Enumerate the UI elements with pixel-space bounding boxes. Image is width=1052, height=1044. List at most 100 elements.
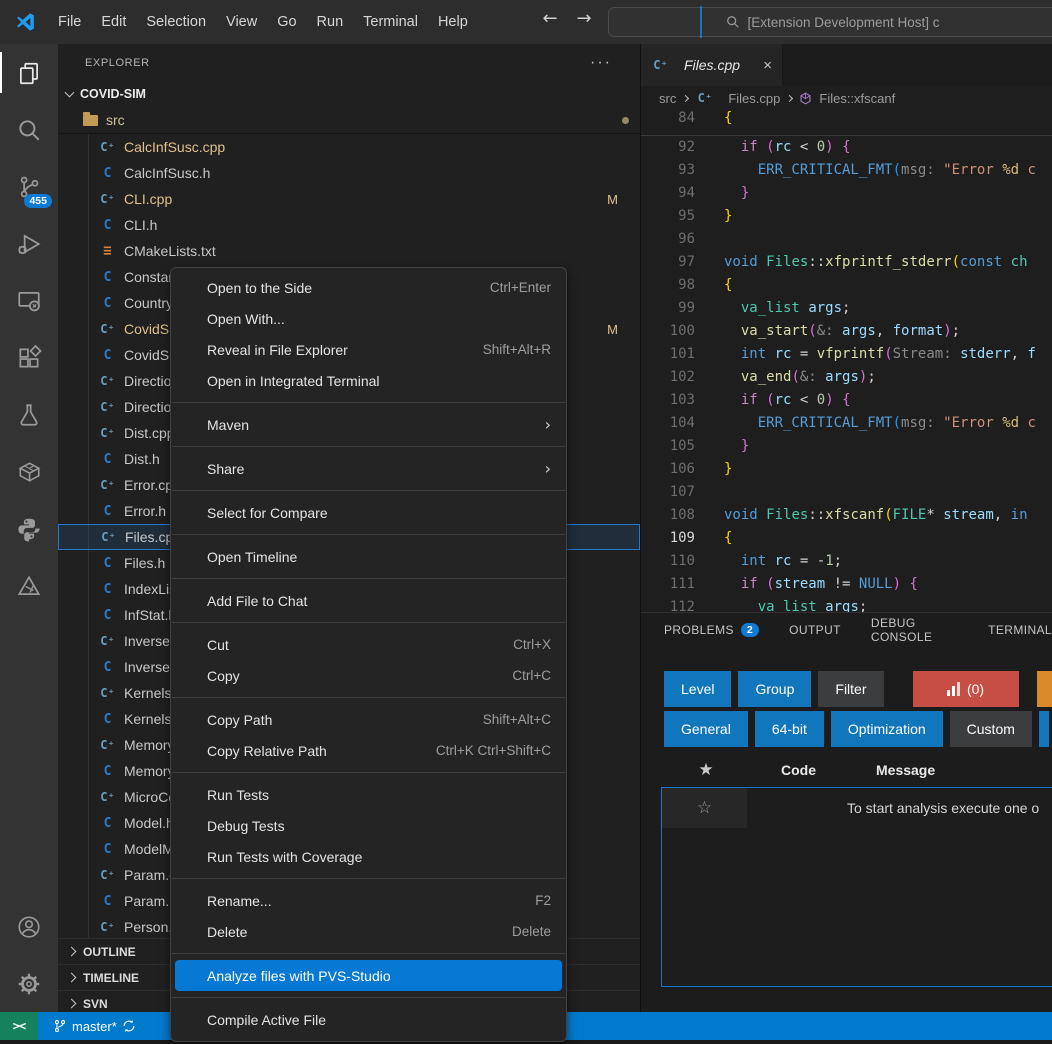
pvs-button-[interactable]: ( [1037, 671, 1052, 707]
settings-gear-icon[interactable] [0, 955, 58, 1012]
panel-tab-terminal[interactable]: TERMINAL [988, 623, 1052, 637]
code-editor[interactable]: 92 if (rc < 0) {93 ERR_CRITICAL_FMT(msg:… [641, 136, 1052, 612]
pvs-button-optimization[interactable]: Optimization [831, 711, 943, 747]
star-outline-icon[interactable]: ☆ [662, 788, 747, 828]
command-center-search[interactable]: [Extension Development Host] c [608, 7, 1052, 37]
close-icon[interactable]: × [763, 57, 772, 74]
file-row-cmakelists-txt[interactable]: ≡CMakeLists.txt [58, 238, 640, 264]
workspace-section-header[interactable]: COVID-SIM [58, 82, 640, 106]
panel-tab-output[interactable]: OUTPUT [789, 623, 841, 637]
panel-tab-problems[interactable]: PROBLEMS2 [664, 623, 759, 638]
code-line[interactable]: 104 ERR_CRITICAL_FMT(msg: "Error %d c [641, 412, 1052, 435]
context-menu-item-rename[interactable]: Rename...F2 [171, 885, 566, 916]
file-row-calcinfsusc-cpp[interactable]: C⁺CalcInfSusc.cpp [58, 134, 640, 160]
breadcrumb-symbol[interactable]: Files::xfscanf [819, 91, 895, 106]
context-menu-item-debug-tests[interactable]: Debug Tests [171, 810, 566, 841]
menubar-run[interactable]: Run [307, 9, 354, 35]
file-row-calcinfsusc-h[interactable]: CCalcInfSusc.h [58, 160, 640, 186]
context-menu-item-compile-active-file[interactable]: Compile Active File [171, 1004, 566, 1035]
code-line[interactable]: 107 [641, 481, 1052, 504]
code-line[interactable]: 92 if (rc < 0) { [641, 136, 1052, 159]
explorer-icon[interactable] [0, 44, 58, 101]
breadcrumb-file[interactable]: Files.cpp [728, 91, 780, 106]
pvs-studio-icon[interactable] [0, 557, 58, 614]
sync-icon[interactable] [122, 1019, 136, 1033]
context-menu-item-add-file-to-chat[interactable]: Add File to Chat [171, 585, 566, 616]
code-line[interactable]: 94 } [641, 182, 1052, 205]
git-branch-item[interactable]: master* [53, 1018, 136, 1034]
breadcrumb-root[interactable]: src [659, 91, 676, 106]
code-line[interactable]: 98{ [641, 274, 1052, 297]
context-menu-item-share[interactable]: Share› [171, 453, 566, 484]
source-control-icon[interactable]: 455 [0, 158, 58, 215]
tab-files-cpp[interactable]: C⁺ Files.cpp × [641, 44, 783, 86]
context-menu-item-maven[interactable]: Maven› [171, 409, 566, 440]
containers-icon[interactable] [0, 443, 58, 500]
account-icon[interactable] [0, 898, 58, 955]
run-and-debug-icon[interactable] [0, 215, 58, 272]
menubar-terminal[interactable]: Terminal [353, 9, 428, 35]
menubar-file[interactable]: File [48, 9, 91, 35]
context-menu-item-reveal-in-file-explorer[interactable]: Reveal in File ExplorerShift+Alt+R [171, 334, 566, 365]
back-arrow-icon[interactable]: ← [536, 8, 564, 29]
context-menu-item-open-timeline[interactable]: Open Timeline [171, 541, 566, 572]
code-line[interactable]: 99 va_list args; [641, 297, 1052, 320]
code-line[interactable]: 105 } [641, 435, 1052, 458]
pvs-button-extra[interactable] [1039, 711, 1049, 747]
file-row-cli-h[interactable]: CCLI.h [58, 212, 640, 238]
menubar-selection[interactable]: Selection [136, 9, 216, 35]
search-sidebar-icon[interactable] [0, 101, 58, 158]
code-line[interactable]: 101 int rc = vfprintf(Stream: stderr, f [641, 343, 1052, 366]
context-menu-item-cut[interactable]: CutCtrl+X [171, 629, 566, 660]
code-line[interactable]: 102 va_end(&: args); [641, 366, 1052, 389]
table-row[interactable]: ☆ To start analysis execute one o [662, 788, 1052, 828]
pvs-button-filter[interactable]: Filter [818, 671, 883, 707]
context-menu-item-open-with[interactable]: Open With... [171, 303, 566, 334]
code-line[interactable]: 106} [641, 458, 1052, 481]
folder-row-src[interactable]: src [58, 106, 640, 134]
file-row-cli-cpp[interactable]: C⁺CLI.cppM [58, 186, 640, 212]
sidebar-actions-icon[interactable]: ··· [590, 54, 612, 72]
context-menu-item-select-for-compare[interactable]: Select for Compare [171, 497, 566, 528]
context-menu-item-copy[interactable]: CopyCtrl+C [171, 660, 566, 691]
context-menu-item-delete[interactable]: DeleteDelete [171, 916, 566, 947]
context-menu-item-analyze-files-with-pvs-studio[interactable]: Analyze files with PVS-Studio [175, 960, 562, 991]
code-line[interactable]: 103 if (rc < 0) { [641, 389, 1052, 412]
code-line[interactable]: 111 if (stream != NULL) { [641, 573, 1052, 596]
panel-tab-debug-console[interactable]: DEBUG CONSOLE [871, 616, 958, 644]
menubar-go[interactable]: Go [267, 9, 306, 35]
pvs-button-group[interactable]: Group [738, 671, 811, 707]
code-line[interactable]: 93 ERR_CRITICAL_FMT(msg: "Error %d c [641, 159, 1052, 182]
extensions-icon[interactable] [0, 329, 58, 386]
message-column-header[interactable]: Message [876, 762, 935, 778]
forward-arrow-icon[interactable]: → [570, 8, 598, 29]
remote-indicator[interactable]: >< [0, 1012, 38, 1040]
context-menu-item-run-tests[interactable]: Run Tests [171, 779, 566, 810]
code-line[interactable]: 97void Files::xfprintf_stderr(const ch [641, 251, 1052, 274]
context-menu-item-copy-path[interactable]: Copy PathShift+Alt+C [171, 704, 566, 735]
context-menu-item-open-in-integrated-terminal[interactable]: Open in Integrated Terminal [171, 365, 566, 396]
pvs-button-level[interactable]: Level [664, 671, 731, 707]
sticky-scroll-line[interactable]: 84{ [641, 110, 1052, 136]
pvs-button-0[interactable]: (0) [913, 671, 1019, 707]
context-menu-item-open-to-the-side[interactable]: Open to the SideCtrl+Enter [171, 272, 566, 303]
pvs-button-general[interactable]: General [664, 711, 748, 747]
code-line[interactable]: 100 va_start(&: args, format); [641, 320, 1052, 343]
remote-explorer-icon[interactable] [0, 272, 58, 329]
testing-icon[interactable] [0, 386, 58, 443]
pvs-button-64-bit[interactable]: 64-bit [755, 711, 824, 747]
context-menu-item-copy-relative-path[interactable]: Copy Relative PathCtrl+K Ctrl+Shift+C [171, 735, 566, 766]
python-icon[interactable] [0, 500, 58, 557]
code-line[interactable]: 108void Files::xfscanf(FILE* stream, in [641, 504, 1052, 527]
menubar-help[interactable]: Help [428, 9, 478, 35]
pvs-button-custom[interactable]: Custom [950, 711, 1032, 747]
menubar-view[interactable]: View [216, 9, 267, 35]
code-column-header[interactable]: Code [781, 762, 846, 778]
star-header-icon[interactable]: ★ [661, 760, 751, 780]
code-line[interactable]: 109{ [641, 527, 1052, 550]
code-line[interactable]: 110 int rc = -1; [641, 550, 1052, 573]
code-line[interactable]: 96 [641, 228, 1052, 251]
code-line[interactable]: 112 va_list args; [641, 596, 1052, 612]
code-line[interactable]: 95} [641, 205, 1052, 228]
menubar-edit[interactable]: Edit [91, 9, 136, 35]
